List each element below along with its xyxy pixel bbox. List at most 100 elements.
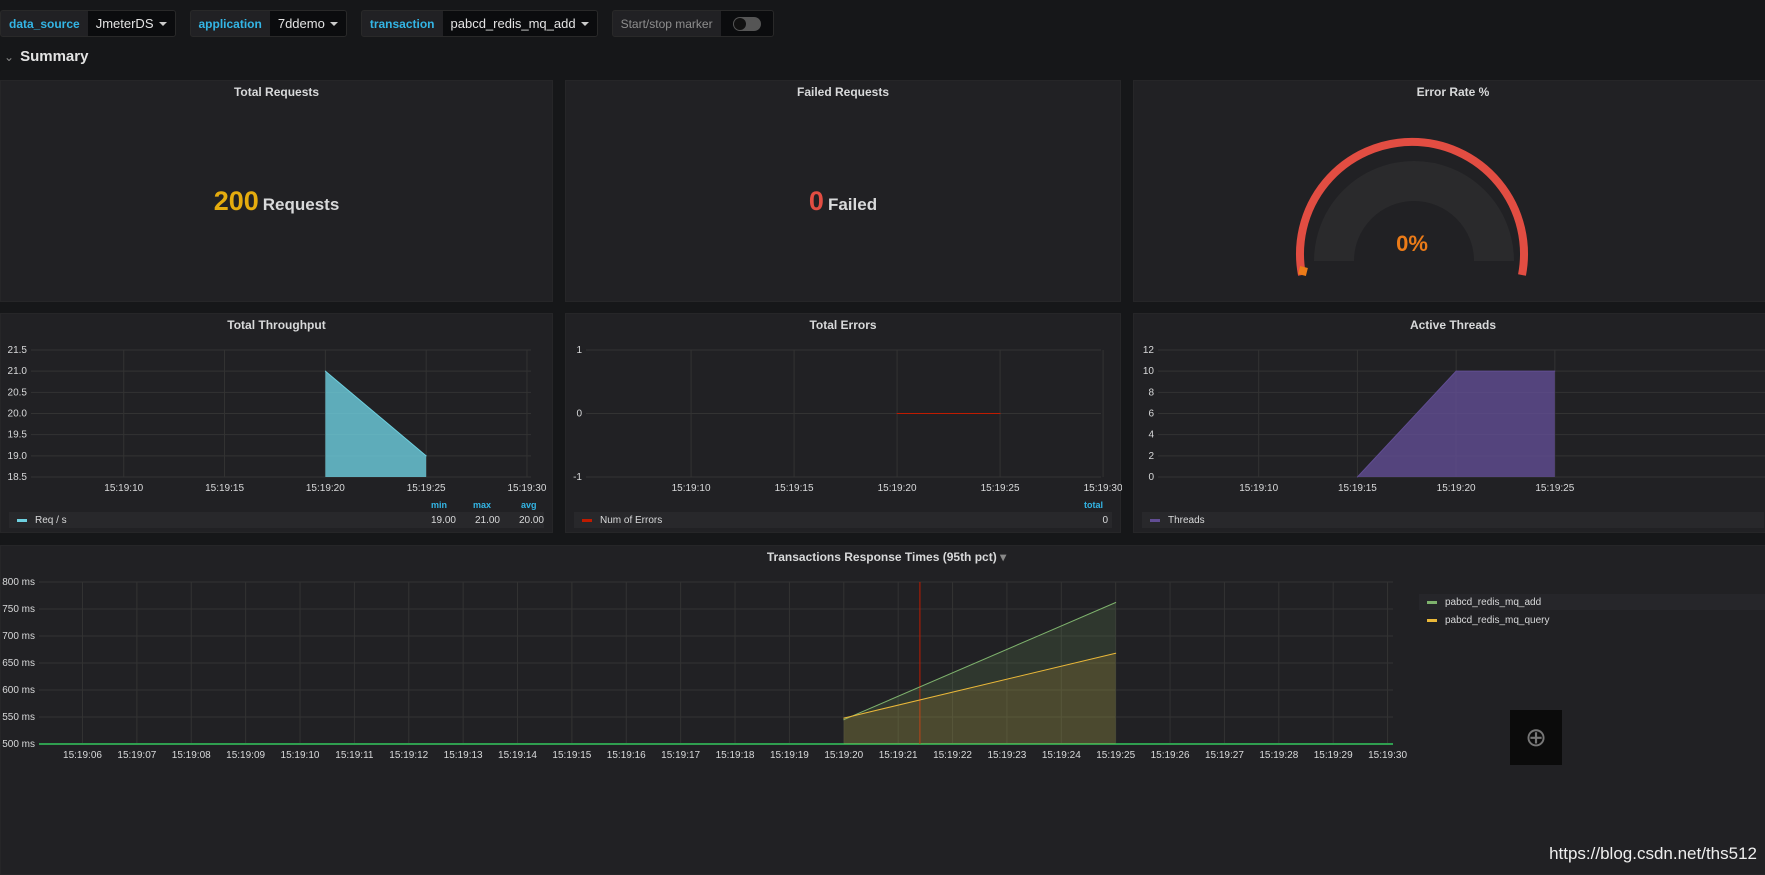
legend-label: Threads [1168, 514, 1205, 526]
stat-unit: Failed [827, 195, 878, 214]
legend-label: Req / s [35, 514, 67, 526]
panel-title[interactable]: Total Errors [566, 318, 1120, 332]
legend-total: 0 [1102, 514, 1108, 526]
legend-header[interactable]: avg [521, 500, 537, 510]
panel-title[interactable]: Failed Requests [566, 85, 1120, 99]
x-tick-label: 15:19:20 [306, 483, 345, 494]
y-tick-label: 21.0 [8, 366, 28, 377]
x-tick-label: 15:19:19 [770, 750, 809, 761]
y-tick-label: 6 [1148, 409, 1154, 420]
x-tick-label: 15:19:25 [407, 483, 446, 494]
panel-title[interactable]: Total Throughput [1, 318, 552, 332]
x-tick-label: 15:19:30 [1084, 483, 1122, 494]
legend-header[interactable]: min [431, 500, 447, 510]
data-point [1356, 476, 1358, 478]
errors-chart: 1 0 -1 15:19:10 15:19:15 15:19:20 15:19:25 15:1… [573, 345, 1122, 494]
row-summary[interactable]: ⌄ Summary [4, 48, 88, 65]
panel-title[interactable]: Transactions Response Times (95th pct) ▾ [1, 550, 1765, 564]
legend-avg: 20.00 [518, 514, 544, 526]
x-tick-label: 15:19:08 [172, 750, 211, 761]
x-tick-label: 15:19:18 [716, 750, 755, 761]
legend-header[interactable]: max [473, 500, 491, 510]
panel-title[interactable]: Active Threads [1134, 318, 1765, 332]
y-tick-label: 19.0 [8, 451, 28, 462]
y-tick-label: 4 [1148, 430, 1154, 441]
y-tick-label: 650 ms [2, 658, 35, 669]
x-tick-label: 15:19:15 [775, 483, 814, 494]
data-point [324, 370, 326, 372]
y-tick-label: 700 ms [2, 631, 35, 642]
x-tick-label: 15:19:24 [1042, 750, 1081, 761]
legend-swatch [582, 518, 592, 522]
panel-response-times: Transactions Response Times (95th pct) ▾… [0, 545, 1765, 875]
legend-swatch [1427, 600, 1437, 604]
legend-item[interactable]: Req / s 19.00 21.00 20.00 [9, 512, 544, 528]
legend-swatch [1427, 618, 1437, 622]
x-tick-label: 15:19:06 [63, 750, 102, 761]
legend-header[interactable]: total [1084, 500, 1103, 510]
x-tick-label: 15:19:30 [507, 483, 546, 494]
stat-unit: Requests [262, 195, 340, 214]
legend-item[interactable]: pabcd_redis_mq_query6 [1419, 612, 1765, 628]
x-tick-label: 15:19:15 [1338, 483, 1377, 494]
y-tick-label: 18.5 [8, 472, 28, 483]
y-tick-label: 0 [576, 409, 582, 420]
data-point [896, 413, 898, 414]
var-dropdown[interactable]: JmeterDS [87, 11, 175, 36]
legend-item[interactable]: Num of Errors 0 [574, 512, 1112, 528]
var-dropdown[interactable]: pabcd_redis_mq_add [442, 11, 597, 36]
y-tick-label: 20.0 [8, 409, 28, 420]
y-tick-label: -1 [573, 472, 582, 483]
legend-item[interactable]: pabcd_redis_mq_add7 [1419, 594, 1765, 610]
legend-swatch [1150, 518, 1160, 522]
threads-chart: 12 10 8 6 4 2 0 15:19:10 15:19:15 15:19:20 15:19:2… [1143, 345, 1765, 494]
x-tick-label: 15:19:20 [1437, 483, 1476, 494]
throughput-chart: 21.5 21.0 20.5 20.0 19.5 19.0 18.5 15:19:10 15:1… [8, 345, 547, 494]
x-tick-label: 15:19:25 [1535, 483, 1574, 494]
y-tick-label: 600 ms [2, 685, 35, 696]
var-data-source[interactable]: data_source JmeterDS [0, 10, 176, 37]
x-tick-label: 15:19:27 [1205, 750, 1244, 761]
x-tick-label: 15:19:25 [981, 483, 1020, 494]
zoom-in-icon[interactable]: ⊕ [1510, 710, 1562, 765]
data-point [1115, 652, 1117, 654]
panel-title[interactable]: Total Requests [1, 85, 552, 99]
data-point [1554, 370, 1556, 372]
x-tick-label: 15:19:07 [117, 750, 156, 761]
data-point [1115, 602, 1117, 604]
legend-item[interactable]: Threads [1142, 512, 1764, 528]
y-tick-label: 8 [1148, 387, 1154, 398]
y-tick-label: 500 ms [2, 739, 35, 750]
x-tick-label: 15:19:13 [444, 750, 483, 761]
x-tick-label: 15:19:30 [1368, 750, 1407, 761]
x-tick-label: 15:19:23 [987, 750, 1026, 761]
y-tick-label: 10 [1143, 366, 1155, 377]
var-transaction[interactable]: transaction pabcd_redis_mq_add [360, 10, 598, 37]
y-tick-label: 21.5 [8, 345, 28, 356]
legend-label: pabcd_redis_mq_add [1445, 596, 1542, 608]
x-tick-label: 15:19:11 [335, 750, 374, 761]
y-tick-label: 12 [1143, 345, 1155, 356]
x-tick-label: 15:19:17 [661, 750, 700, 761]
caret-down-icon: ▾ [1000, 550, 1007, 564]
x-tick-label: 15:19:29 [1314, 750, 1353, 761]
marker-toggle[interactable] [732, 16, 761, 31]
y-tick-label: 1 [576, 345, 582, 356]
x-tick-label: 15:19:20 [824, 750, 863, 761]
y-tick-label: 750 ms [2, 604, 35, 615]
row-title: Summary [20, 48, 89, 65]
x-tick-label: 15:19:14 [498, 750, 537, 761]
legend-label: Num of Errors [600, 514, 663, 526]
stat-value: 0 [808, 186, 824, 216]
panel-title-text: Transactions Response Times (95th pct) [766, 550, 997, 564]
gauge: 0% [1296, 138, 1528, 276]
gauge-threshold [1298, 266, 1308, 276]
legend-min: 19.00 [430, 514, 456, 526]
legend-label: pabcd_redis_mq_query [1445, 614, 1550, 626]
x-tick-label: 15:19:16 [607, 750, 646, 761]
x-tick-label: 15:19:10 [104, 483, 143, 494]
var-application[interactable]: application 7ddemo [189, 10, 347, 37]
panel-total-errors: Total Errors 1 0 -1 15:19:10 15:19:15 15:19:2… [565, 313, 1122, 533]
var-dropdown[interactable]: 7ddemo [269, 11, 346, 36]
response-chart: 800 ms 750 ms 700 ms 650 ms 600 ms 550 ms 500 … [2, 577, 1407, 761]
